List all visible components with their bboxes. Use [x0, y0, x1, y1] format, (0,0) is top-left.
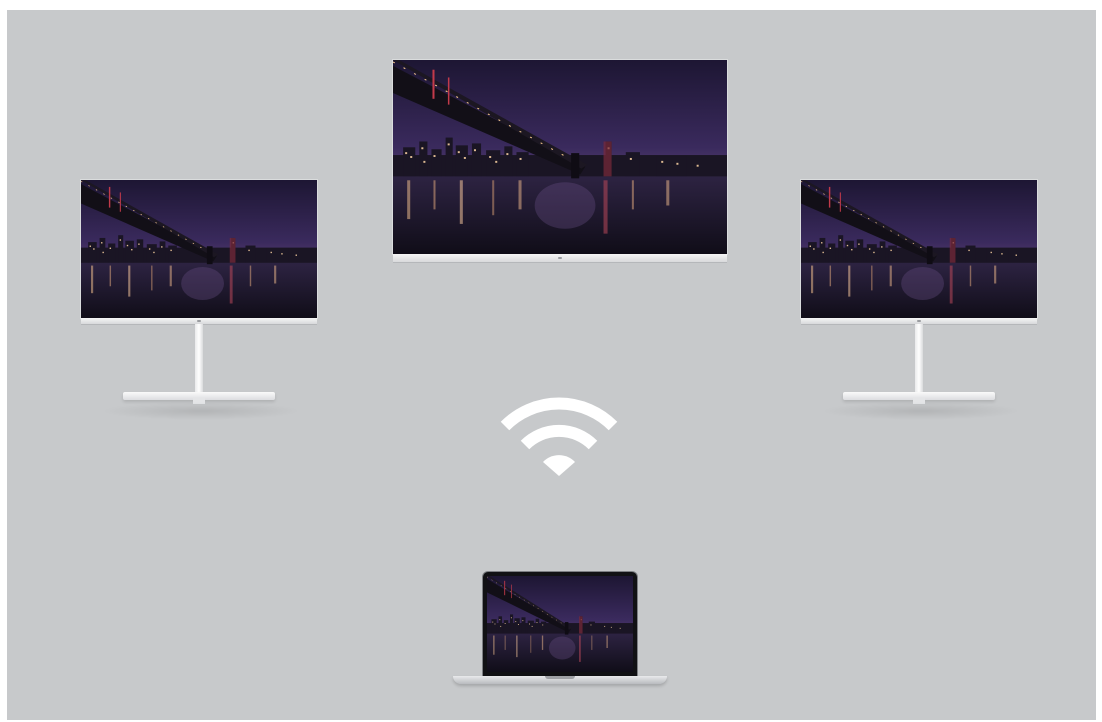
left-monitor-logo [197, 320, 201, 322]
right-monitor-logo [917, 320, 921, 322]
wifi-icon [497, 388, 621, 478]
laptop-notch [545, 676, 575, 679]
laptop-screen [487, 576, 633, 672]
left-monitor-screen [81, 180, 317, 318]
left-monitor-stand [195, 324, 203, 396]
center-tv [393, 60, 727, 266]
city-bridge-image [81, 180, 317, 318]
right-monitor-stand [915, 324, 923, 396]
city-bridge-image [801, 180, 1037, 318]
right-monitor [801, 180, 1041, 440]
left-monitor [81, 180, 321, 440]
center-tv-logo [558, 257, 562, 259]
center-tv-bezel [393, 254, 727, 263]
wifi-icon-graphic [500, 397, 618, 476]
laptop-lid [483, 572, 637, 676]
city-bridge-image [393, 60, 727, 254]
right-monitor-shadow [821, 402, 1021, 420]
center-tv-screen [393, 60, 727, 254]
city-bridge-image [487, 576, 633, 672]
right-monitor-screen [801, 180, 1037, 318]
scene-canvas [7, 10, 1096, 720]
left-monitor-shadow [101, 402, 301, 420]
laptop [453, 572, 667, 690]
